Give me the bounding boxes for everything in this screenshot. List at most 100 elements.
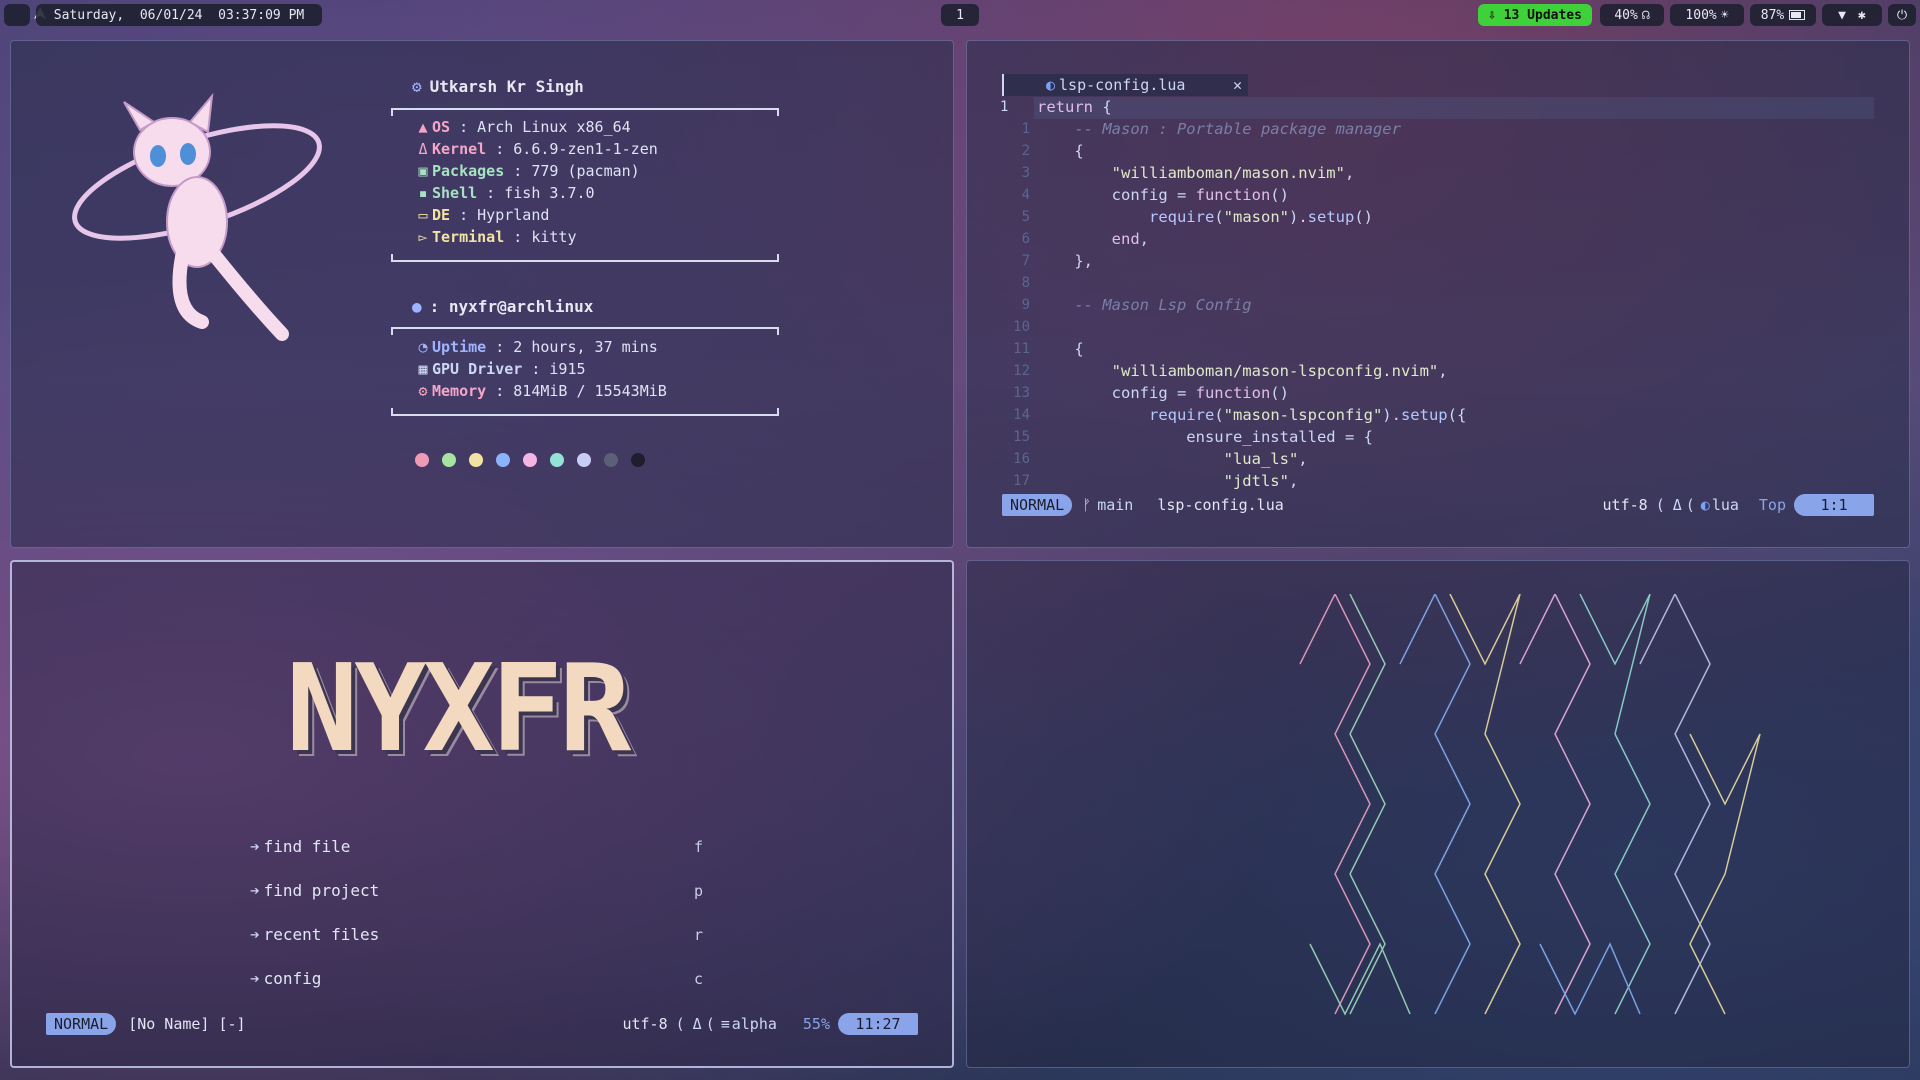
code-token: -- Mason Lsp Config bbox=[1037, 296, 1252, 314]
code-token: return bbox=[1037, 98, 1093, 116]
code-token: { bbox=[1037, 142, 1084, 160]
code-token: function bbox=[1195, 186, 1271, 204]
palette-swatch bbox=[442, 453, 456, 467]
code-token: config = bbox=[1037, 384, 1196, 402]
fetch-key: Terminal bbox=[432, 228, 505, 246]
line-number: 1 bbox=[1021, 121, 1030, 137]
code-line: "williamboman/mason.nvim", bbox=[1037, 164, 1355, 182]
dashboard-item-find-file[interactable]: ➔ find file bbox=[250, 837, 350, 856]
fetch-key: Packages bbox=[432, 162, 505, 180]
arch-icon: ▲ bbox=[418, 118, 428, 136]
dashboard-item-label: config bbox=[263, 969, 322, 988]
code-line: config = function() bbox=[1037, 186, 1289, 204]
code-line: ensure_installed = { bbox=[1037, 428, 1373, 446]
terminal-icon: ▻ bbox=[418, 228, 428, 246]
dashboard-statusline: NORMAL [No Name] [-] utf-8 ( Δ ( ≡ alpha… bbox=[46, 1013, 918, 1035]
volume-widget[interactable]: 40% ☊ bbox=[1600, 4, 1664, 26]
code-token: require bbox=[1148, 406, 1215, 424]
code-token: "mason" bbox=[1223, 208, 1289, 226]
updates-button[interactable]: ⇩ 13 Updates bbox=[1478, 4, 1592, 26]
dashboard-mode: NORMAL bbox=[46, 1013, 117, 1035]
code-token: function bbox=[1195, 384, 1271, 402]
dashboard-item-label: recent files bbox=[263, 925, 380, 944]
code-token: , bbox=[1288, 472, 1299, 490]
code-token: , bbox=[1438, 362, 1448, 380]
editor-tab[interactable]: ◐ lsp-config.lua ✕ bbox=[1002, 74, 1248, 96]
dashboard-encoding: utf-8 bbox=[622, 1015, 668, 1033]
line-number: 16 bbox=[1013, 451, 1030, 467]
palette-swatch bbox=[577, 453, 591, 467]
fetch-row-uptime: ◔ Uptime : 2 hours, 37 mins bbox=[414, 338, 657, 356]
palette-swatch bbox=[469, 453, 483, 467]
monitor-icon: ▭ bbox=[418, 206, 428, 224]
code-line: }, bbox=[1037, 252, 1093, 270]
line-number: 9 bbox=[1021, 297, 1030, 313]
launcher-button[interactable] bbox=[4, 4, 47, 26]
paren-icon: ( bbox=[705, 1015, 715, 1033]
brightness-widget[interactable]: 100% ☀ bbox=[1670, 4, 1744, 26]
code-line: return { bbox=[1037, 98, 1112, 116]
battery-widget[interactable]: 87% bbox=[1750, 4, 1816, 26]
buffer-name: [No Name] [-] bbox=[128, 1015, 246, 1033]
paren-icon: ( bbox=[675, 1015, 685, 1033]
code-token: ). bbox=[1288, 208, 1308, 226]
dashboard-item-shortcut: f bbox=[694, 838, 704, 856]
fetch-value: : Arch Linux x86_64 bbox=[450, 118, 631, 136]
fetch-box-bottom bbox=[391, 254, 779, 262]
arrow-right-icon: ➔ bbox=[250, 881, 260, 900]
mew-image bbox=[62, 72, 332, 342]
workspace-indicator[interactable]: 1 bbox=[941, 4, 979, 26]
fetch-key: OS bbox=[432, 118, 451, 136]
current-line-highlight bbox=[1034, 97, 1874, 119]
dashboard-item-find-project[interactable]: ➔ find project bbox=[250, 881, 379, 900]
palette-swatch bbox=[415, 453, 429, 467]
code-token: config = bbox=[1037, 186, 1196, 204]
shell-icon: ▪ bbox=[418, 184, 428, 202]
line-number: 4 bbox=[1021, 187, 1030, 203]
dashboard-item-recent-files[interactable]: ➔ recent files bbox=[250, 925, 379, 944]
arrow-right-icon: ➔ bbox=[250, 925, 260, 944]
dashboard-item-config[interactable]: ➔ config bbox=[250, 969, 321, 988]
code-line: end, bbox=[1037, 230, 1149, 248]
palette-swatch bbox=[604, 453, 618, 467]
code-token: () bbox=[1270, 384, 1289, 402]
close-icon[interactable]: ✕ bbox=[1233, 76, 1242, 94]
code-token: }, bbox=[1037, 252, 1093, 270]
fetch-key: DE bbox=[432, 206, 451, 224]
paren-icon: ( bbox=[1655, 496, 1665, 514]
line-number: 1 bbox=[1000, 99, 1009, 115]
dashboard-window[interactable] bbox=[10, 560, 954, 1068]
code-token: end bbox=[1111, 230, 1140, 248]
fetch-host: ●: nyxfr@archlinux bbox=[412, 297, 594, 316]
code-line: require("mason-lspconfig").setup({ bbox=[1037, 406, 1466, 424]
fetch-key: GPU Driver bbox=[432, 360, 523, 378]
linux-icon: Δ bbox=[692, 1015, 702, 1033]
line-number: 13 bbox=[1013, 385, 1030, 401]
linux-icon: Δ bbox=[418, 140, 428, 158]
menu-lines-icon: ≡ bbox=[720, 1015, 730, 1033]
gpu-icon: ▦ bbox=[418, 360, 428, 378]
code-token: setup bbox=[1307, 208, 1355, 226]
top-bar: Saturday, 06/01/24 03:37:09 PM 1 ⇩ 13 Up… bbox=[0, 0, 1920, 30]
fetch-value: : 814MiB / 15543MiB bbox=[486, 382, 667, 400]
dashboard-item-shortcut: c bbox=[694, 970, 704, 988]
brightness-value: 100% bbox=[1685, 7, 1717, 23]
code-token: { bbox=[1037, 340, 1084, 358]
fetch-row-kernel: Δ Kernel : 6.6.9-zen1-1-zen bbox=[414, 140, 657, 158]
network-widget[interactable]: ▼ ✱ bbox=[1822, 4, 1882, 26]
editor-position: 1:1 bbox=[1794, 494, 1874, 516]
code-token: ( bbox=[1214, 208, 1224, 226]
datetime-widget[interactable]: Saturday, 06/01/24 03:37:09 PM bbox=[36, 4, 322, 26]
code-token: , bbox=[1298, 450, 1308, 468]
person-icon: ● bbox=[412, 297, 422, 316]
line-number: 15 bbox=[1013, 429, 1030, 445]
git-branch-icon: ᚠ bbox=[1082, 496, 1092, 514]
code-token: { bbox=[1093, 98, 1112, 116]
arrow-right-icon: ➔ bbox=[250, 837, 260, 856]
dashboard-filetype: alpha bbox=[731, 1015, 777, 1033]
fetch-box2-bottom bbox=[391, 408, 779, 416]
power-button[interactable]: ⏻ bbox=[1888, 4, 1916, 26]
